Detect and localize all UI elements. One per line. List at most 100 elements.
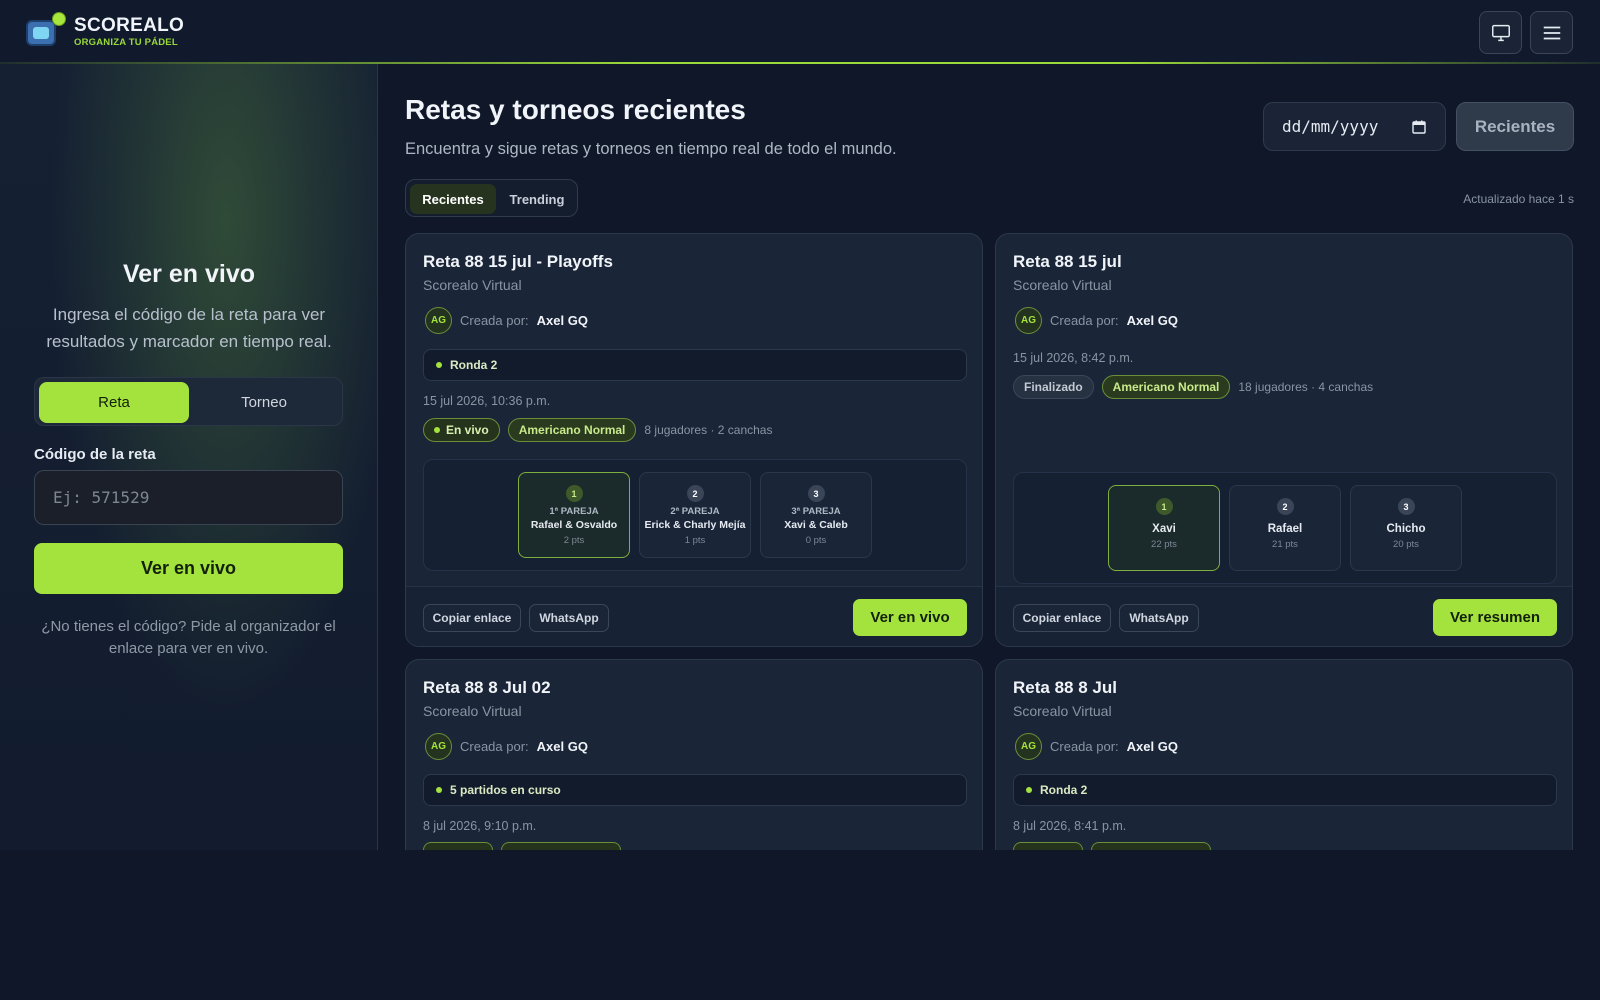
creator-name: Axel GQ <box>536 313 588 328</box>
place-points: 1 pts <box>684 535 706 546</box>
whatsapp-button[interactable]: WhatsApp <box>1119 604 1199 632</box>
round-label: Ronda 2 <box>450 358 498 372</box>
status-badge: En vivo <box>423 418 500 442</box>
live-dot-icon <box>436 362 442 368</box>
podium-place-1: 1 1ª PAREJA Rafael & Osvaldo 2 pts <box>518 472 630 558</box>
card-creator: AG Creada por: Axel GQ <box>1015 307 1178 334</box>
event-card[interactable]: Reta 88 8 Jul Scorealo Virtual AG Creada… <box>995 659 1573 850</box>
card-creator: AG Creada por: Axel GQ <box>425 733 588 760</box>
place-name: Xavi & Caleb <box>784 519 848 531</box>
card-meta: 8 jugadores · 2 canchas <box>644 423 773 437</box>
round-indicator: Ronda 2 <box>423 349 967 381</box>
place-rank: 2ª PAREJA <box>670 506 720 517</box>
top-bar: SCOREALO ORGANIZA TU PÁDEL <box>0 0 1600 64</box>
code-input[interactable] <box>34 470 343 525</box>
created-by-label: Creada por: <box>1050 313 1119 328</box>
place-number: 1 <box>565 485 583 502</box>
card-title: Reta 88 8 Jul 02 <box>423 678 551 697</box>
created-by-label: Creada por: <box>1050 739 1119 754</box>
card-date: 8 jul 2026, 9:10 p.m. <box>423 819 537 833</box>
updated-status: Actualizado hace 1 s <box>1463 192 1574 206</box>
tab-trending[interactable]: Trending <box>498 184 576 214</box>
round-label: 5 partidos en curso <box>450 783 561 797</box>
mode-badge: Americano Normal <box>1101 375 1231 399</box>
podium-place-3: 3 3ª PAREJA Xavi & Caleb 0 pts <box>760 472 872 558</box>
creator-name: Axel GQ <box>536 739 588 754</box>
logo-icon <box>24 10 68 54</box>
monitor-icon <box>1491 24 1510 41</box>
status-label: En vivo <box>446 423 489 437</box>
place-name: Erick & Charly Mejía <box>644 519 746 531</box>
place-name: Xavi <box>1152 523 1176 535</box>
logo-title: SCOREALO <box>74 15 185 37</box>
toggle-torneo[interactable]: Torneo <box>189 382 339 423</box>
podium: 1 Xavi 22 pts 2 Rafael 21 pts 3 Chicho 2… <box>1013 472 1557 584</box>
code-label: Código de la reta <box>34 446 156 463</box>
sidebar-description: Ingresa el código de la reta para ver re… <box>46 305 332 351</box>
mode-badge <box>1091 842 1211 850</box>
event-card[interactable]: Reta 88 15 jul - Playoffs Scorealo Virtu… <box>405 233 983 647</box>
creator-name: Axel GQ <box>1126 313 1178 328</box>
date-input[interactable]: dd/mm/yyyy <box>1263 102 1446 151</box>
place-points: 2 pts <box>563 535 585 546</box>
card-venue: Scorealo Virtual <box>1013 703 1112 719</box>
avatar: AG <box>425 733 452 760</box>
toggle-reta[interactable]: Reta <box>39 382 189 423</box>
recent-filter-button[interactable]: Recientes <box>1456 102 1574 151</box>
monitor-button[interactable] <box>1479 11 1522 54</box>
menu-icon <box>1543 26 1560 39</box>
help-text: ¿No tienes el código? Pide al organizado… <box>41 618 336 657</box>
type-toggle: Reta Torneo <box>34 377 343 426</box>
status-badge <box>423 842 493 850</box>
card-title: Reta 88 15 jul <box>1013 252 1122 271</box>
card-footer: Copiar enlace WhatsApp Ver resumen <box>996 586 1572 646</box>
card-creator: AG Creada por: Axel GQ <box>1015 733 1178 760</box>
place-name: Chicho <box>1386 523 1426 535</box>
place-points: 21 pts <box>1272 539 1298 550</box>
place-number: 2 <box>1276 498 1294 515</box>
watch-live-card-button[interactable]: Ver en vivo <box>853 599 967 636</box>
place-number: 1 <box>1155 498 1173 515</box>
card-venue: Scorealo Virtual <box>423 277 522 293</box>
created-by-label: Creada por: <box>460 739 529 754</box>
avatar: AG <box>425 307 452 334</box>
avatar: AG <box>1015 307 1042 334</box>
avatar: AG <box>1015 733 1042 760</box>
round-indicator: Ronda 2 <box>1013 774 1557 806</box>
page-title: Retas y torneos recientes <box>405 94 746 125</box>
summary-button[interactable]: Ver resumen <box>1433 599 1557 636</box>
podium: 1 1ª PAREJA Rafael & Osvaldo 2 pts 2 2ª … <box>423 459 967 571</box>
whatsapp-button[interactable]: WhatsApp <box>529 604 609 632</box>
card-date: 15 jul 2026, 10:36 p.m. <box>423 394 551 408</box>
card-creator: AG Creada por: Axel GQ <box>425 307 588 334</box>
watch-live-button[interactable]: Ver en vivo <box>34 543 343 594</box>
sidebar-title: Ver en vivo <box>122 260 256 288</box>
place-rank: 1ª PAREJA <box>549 506 599 517</box>
card-venue: Scorealo Virtual <box>423 703 522 719</box>
sidebar: Ver en vivo Ingresa el código de la reta… <box>0 64 378 850</box>
place-number: 3 <box>807 485 825 502</box>
event-card[interactable]: Reta 88 8 Jul 02 Scorealo Virtual AG Cre… <box>405 659 983 850</box>
page-subtitle: Encuentra y sigue retas y torneos en tie… <box>405 140 897 158</box>
status-badge <box>1013 842 1083 850</box>
card-tags: En vivo Americano Normal 8 jugadores · 2… <box>423 418 772 442</box>
podium-place-2: 2 2ª PAREJA Erick & Charly Mejía 1 pts <box>639 472 751 558</box>
tabs: Recientes Trending <box>405 179 578 217</box>
copy-link-button[interactable]: Copiar enlace <box>423 604 521 632</box>
live-dot-icon <box>436 787 442 793</box>
place-points: 22 pts <box>1151 539 1177 550</box>
tab-recientes[interactable]: Recientes <box>410 184 496 214</box>
mode-badge: Americano Normal <box>507 418 637 442</box>
card-date: 15 jul 2026, 8:42 p.m. <box>1013 351 1134 365</box>
menu-button[interactable] <box>1530 11 1573 54</box>
mode-badge <box>501 842 621 850</box>
live-dot-icon <box>1026 787 1032 793</box>
event-card[interactable]: Reta 88 15 jul Scorealo Virtual AG Cread… <box>995 233 1573 647</box>
logo-subtitle: ORGANIZA TU PÁDEL <box>74 37 178 49</box>
logo[interactable]: SCOREALO ORGANIZA TU PÁDEL <box>24 10 184 54</box>
place-number: 2 <box>686 485 704 502</box>
live-dot-icon <box>434 427 440 433</box>
calendar-icon[interactable] <box>1411 119 1427 135</box>
copy-link-button[interactable]: Copiar enlace <box>1013 604 1111 632</box>
created-by-label: Creada por: <box>460 313 529 328</box>
